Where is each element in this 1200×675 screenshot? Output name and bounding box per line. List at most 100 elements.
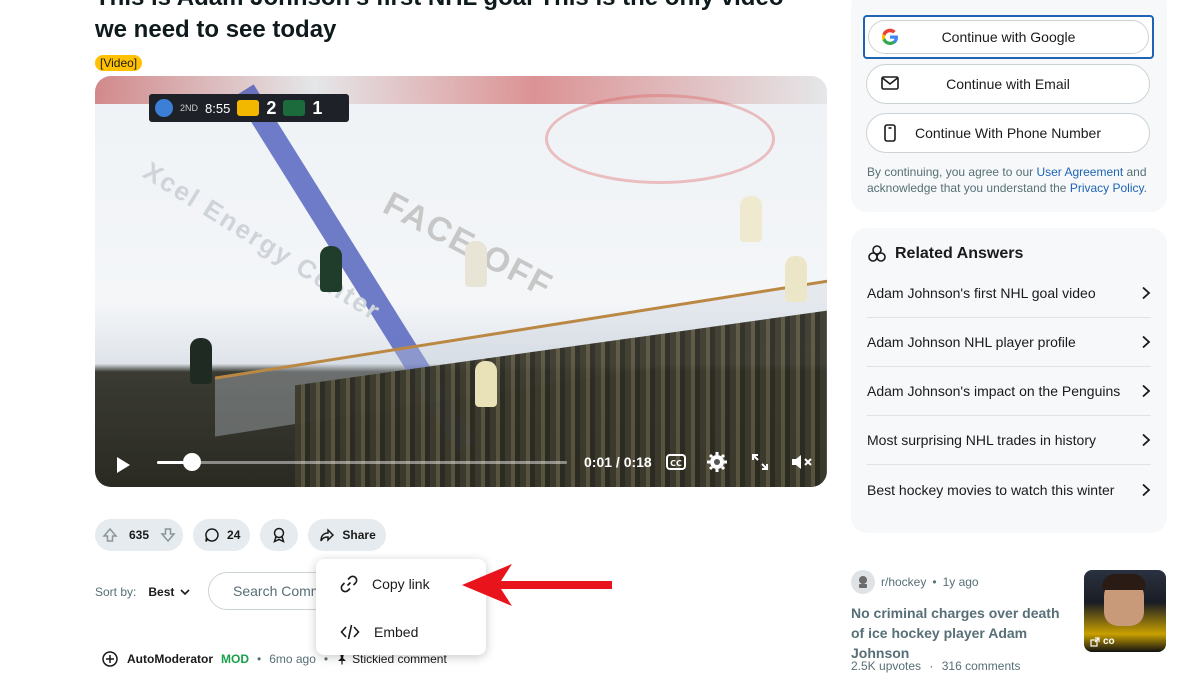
share-menu-embed[interactable]: Embed: [316, 608, 486, 656]
related-post-subreddit[interactable]: r/hockey: [881, 575, 926, 589]
scorebug-home-score: 2: [266, 97, 277, 118]
vote-count: 635: [129, 528, 150, 542]
comments-button[interactable]: 24: [193, 519, 251, 551]
chevron-right-icon: [1142, 286, 1151, 300]
post-actions: 635 24 Share: [95, 519, 386, 551]
phone-icon: [881, 124, 899, 145]
user-agreement-link[interactable]: User Agreement: [1036, 165, 1123, 179]
page: This is Adam Johnson's first NHL goal Th…: [0, 0, 1200, 675]
post-flair[interactable]: [Video]: [95, 55, 143, 71]
video-time: 0:01 / 0:18: [584, 454, 652, 470]
related-answers-heading: Related Answers: [867, 244, 1023, 264]
svg-text:CC: CC: [670, 459, 682, 468]
video-progress-bar[interactable]: [157, 453, 567, 471]
related-answer-label: Adam Johnson's impact on the Penguins: [867, 383, 1121, 399]
code-icon: [340, 624, 360, 640]
muted-speaker-icon[interactable]: [788, 448, 816, 476]
related-answer-label: Adam Johnson's first NHL goal video: [867, 285, 1096, 301]
answers-icon: [868, 245, 886, 262]
related-answer-item[interactable]: Adam Johnson NHL player profile: [867, 318, 1151, 367]
copy-link-label: Copy link: [372, 576, 430, 592]
link-icon: [340, 575, 358, 593]
share-label: Share: [342, 528, 376, 542]
thumbnail-badge-text: co: [1103, 636, 1115, 647]
related-post-dot: ·: [929, 659, 934, 673]
related-answer-label: Most surprising NHL trades in history: [867, 432, 1097, 448]
email-envelope-icon: [881, 75, 899, 94]
phone-button-label: Continue With Phone Number: [915, 125, 1101, 141]
video-faceoff-circle: [545, 94, 775, 184]
comment-author[interactable]: AutoModerator: [127, 652, 213, 666]
scorebug-period: 2ND: [180, 103, 199, 113]
comment-bubble-icon: [203, 526, 221, 544]
penguins-logo-icon: [237, 100, 260, 116]
chevron-down-icon: [180, 589, 190, 596]
related-answer-label: Best hockey movies to watch this winter: [867, 481, 1115, 498]
settings-gear-icon[interactable]: [703, 448, 731, 476]
upvote-arrow-icon[interactable]: [101, 526, 119, 544]
wild-logo-icon: [283, 100, 306, 116]
video-player-figure: [475, 361, 497, 407]
video-player-figure: [190, 338, 212, 384]
google-g-icon: [881, 28, 899, 49]
comments-count: 24: [227, 528, 241, 542]
video-player-figure: [320, 246, 342, 292]
share-arrow-icon: [318, 526, 336, 544]
sort-control: Sort by: Best: [95, 585, 190, 599]
email-button-label: Continue with Email: [946, 76, 1070, 92]
fullscreen-icon[interactable]: [746, 448, 774, 476]
sort-label: Sort by:: [95, 585, 137, 599]
scorebug-away-score: 1: [312, 97, 323, 118]
vote-control: 635: [95, 519, 184, 551]
video-progress-handle[interactable]: [182, 453, 201, 471]
external-link-icon: [1090, 636, 1100, 647]
continue-with-phone-button[interactable]: Continue With Phone Number: [866, 113, 1150, 153]
thumbnail-hair: [1102, 574, 1146, 590]
related-answer-item[interactable]: Adam Johnson's first NHL goal video: [867, 269, 1151, 318]
login-card: Continue with Google Continue with Email…: [851, 0, 1167, 212]
continue-with-google-button[interactable]: Continue with Google: [863, 15, 1154, 59]
terms-prefix: By continuing, you agree to our: [867, 165, 1037, 179]
chevron-right-icon: [1142, 335, 1151, 349]
expand-comment-icon[interactable]: [101, 650, 119, 668]
chevron-right-icon: [1142, 433, 1151, 447]
comment-age: 6mo ago: [269, 652, 316, 666]
share-button[interactable]: Share: [308, 519, 386, 551]
privacy-policy-link[interactable]: Privacy Policy: [1070, 181, 1144, 195]
comment-separator: •: [257, 652, 262, 666]
continue-with-email-button[interactable]: Continue with Email: [866, 64, 1150, 104]
chevron-right-icon: [1142, 483, 1151, 496]
related-post-thumbnail[interactable]: co: [1084, 570, 1166, 652]
related-post-title[interactable]: No criminal charges over death of ice ho…: [851, 603, 1076, 663]
video-player-figure: [465, 241, 487, 287]
related-post-separator: •: [932, 575, 937, 589]
related-post-age: 1y ago: [942, 575, 979, 589]
related-answer-label: Adam Johnson NHL player profile: [867, 334, 1076, 350]
related-post-stats: 2.5K upvotes · 316 comments: [851, 659, 1020, 673]
play-icon[interactable]: [109, 451, 137, 479]
google-button-label: Continue with Google: [941, 29, 1076, 45]
scorebug-clock: 8:55: [205, 100, 231, 116]
downvote-arrow-icon[interactable]: [159, 526, 177, 544]
related-post-comments: 316 comments: [941, 659, 1021, 673]
subreddit-avatar-icon[interactable]: [851, 570, 875, 594]
terms-suffix: .: [1143, 181, 1147, 195]
related-answers-card: Related Answers Adam Johnson's first NHL…: [851, 228, 1167, 533]
thumbnail-link-badge: co: [1090, 636, 1115, 647]
closed-captions-icon[interactable]: CC: [662, 448, 690, 476]
sort-dropdown[interactable]: Best: [148, 585, 190, 599]
related-answer-item[interactable]: Adam Johnson's impact on the Penguins: [867, 367, 1151, 416]
post-title: This is Adam Johnson's first NHL goal Th…: [95, 0, 783, 43]
award-button[interactable]: [260, 519, 299, 551]
sort-value: Best: [148, 585, 175, 599]
video-player[interactable]: FACE-OFF Xcel Energy Center 2ND 8:55 2 1…: [95, 76, 827, 487]
related-answer-item[interactable]: Best hockey movies to watch this winter: [867, 465, 1151, 514]
video-scorebug: 2ND 8:55 2 1: [149, 94, 349, 122]
chevron-right-icon: [1142, 384, 1151, 398]
related-post-meta: r/hockey • 1y ago: [851, 570, 979, 594]
award-icon: [270, 526, 288, 544]
related-post-upvotes: 2.5K upvotes: [851, 659, 922, 673]
video-player-figure: [785, 256, 807, 302]
related-answer-item[interactable]: Most surprising NHL trades in history: [867, 416, 1151, 465]
related-answers-title: Related Answers: [895, 245, 1024, 262]
